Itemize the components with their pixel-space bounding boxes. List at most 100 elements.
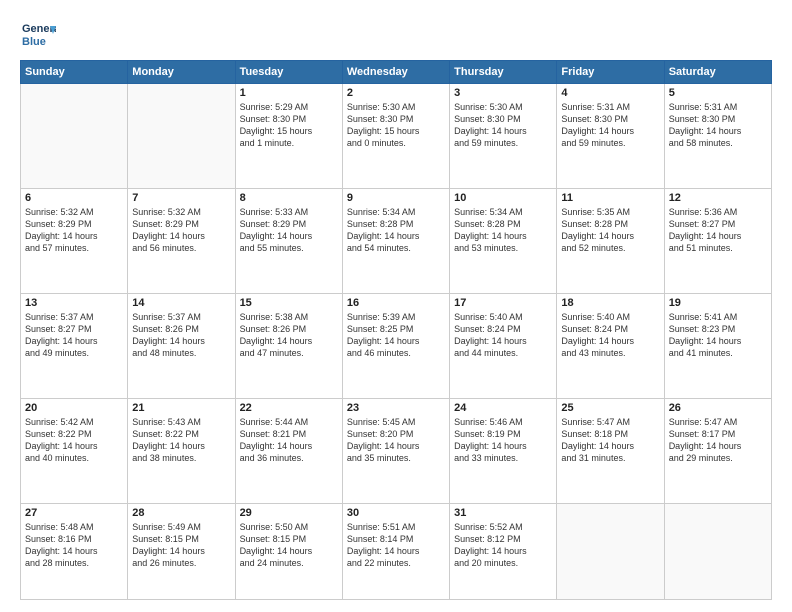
day-cell	[128, 84, 235, 189]
day-cell: 10 Sunrise: 5:34 AM Sunset: 8:28 PM Dayli…	[450, 188, 557, 293]
day-number: 19	[669, 297, 767, 309]
day-info: Sunrise: 5:47 AM Sunset: 8:17 PM Dayligh…	[669, 416, 767, 465]
day-number: 27	[25, 507, 123, 519]
day-number: 30	[347, 507, 445, 519]
weekday-header-sunday: Sunday	[21, 61, 128, 84]
svg-text:Blue: Blue	[22, 36, 46, 48]
day-info: Sunrise: 5:44 AM Sunset: 8:21 PM Dayligh…	[240, 416, 338, 465]
day-number: 23	[347, 402, 445, 414]
day-number: 4	[561, 87, 659, 99]
weekday-header-saturday: Saturday	[664, 61, 771, 84]
day-info: Sunrise: 5:41 AM Sunset: 8:23 PM Dayligh…	[669, 311, 767, 360]
day-number: 31	[454, 507, 552, 519]
day-info: Sunrise: 5:34 AM Sunset: 8:28 PM Dayligh…	[347, 206, 445, 255]
day-number: 12	[669, 192, 767, 204]
logo: General Blue	[20, 16, 56, 52]
day-info: Sunrise: 5:30 AM Sunset: 8:30 PM Dayligh…	[347, 101, 445, 150]
day-cell: 2 Sunrise: 5:30 AM Sunset: 8:30 PM Daylig…	[342, 84, 449, 189]
day-number: 25	[561, 402, 659, 414]
day-info: Sunrise: 5:46 AM Sunset: 8:19 PM Dayligh…	[454, 416, 552, 465]
day-number: 11	[561, 192, 659, 204]
day-cell: 14Sunrise: 5:37 AM Sunset: 8:26 PM Dayli…	[128, 293, 235, 398]
day-info: Sunrise: 5:52 AM Sunset: 8:12 PM Dayligh…	[454, 521, 552, 570]
day-number: 8	[240, 192, 338, 204]
weekday-header-monday: Monday	[128, 61, 235, 84]
day-info: Sunrise: 5:35 AM Sunset: 8:28 PM Dayligh…	[561, 206, 659, 255]
day-info: Sunrise: 5:39 AM Sunset: 8:25 PM Dayligh…	[347, 311, 445, 360]
header: General Blue	[20, 16, 772, 52]
day-number: 9	[347, 192, 445, 204]
logo-icon: General Blue	[20, 16, 56, 52]
day-info: Sunrise: 5:33 AM Sunset: 8:29 PM Dayligh…	[240, 206, 338, 255]
day-info: Sunrise: 5:32 AM Sunset: 8:29 PM Dayligh…	[25, 206, 123, 255]
day-info: Sunrise: 5:48 AM Sunset: 8:16 PM Dayligh…	[25, 521, 123, 570]
weekday-header-wednesday: Wednesday	[342, 61, 449, 84]
day-cell: 5Sunrise: 5:31 AM Sunset: 8:30 PM Daylig…	[664, 84, 771, 189]
svg-text:General: General	[22, 23, 56, 35]
day-info: Sunrise: 5:51 AM Sunset: 8:14 PM Dayligh…	[347, 521, 445, 570]
day-cell: 23 Sunrise: 5:45 AM Sunset: 8:20 PM Dayli…	[342, 398, 449, 503]
day-info: Sunrise: 5:37 AM Sunset: 8:27 PM Dayligh…	[25, 311, 123, 360]
calendar-table: SundayMondayTuesdayWednesdayThursdayFrid…	[20, 60, 772, 600]
day-info: Sunrise: 5:49 AM Sunset: 8:15 PM Dayligh…	[132, 521, 230, 570]
day-info: Sunrise: 5:34 AM Sunset: 8:28 PM Dayligh…	[454, 206, 552, 255]
day-cell	[21, 84, 128, 189]
day-cell: 13 Sunrise: 5:37 AM Sunset: 8:27 PM Dayli…	[21, 293, 128, 398]
day-number: 13	[25, 297, 123, 309]
day-info: Sunrise: 5:32 AM Sunset: 8:29 PM Dayligh…	[132, 206, 230, 255]
page: General Blue SundayMondayTuesdayWednesda…	[0, 0, 792, 612]
week-row-0: 1 Sunrise: 5:29 AM Sunset: 8:30 PM Daylig…	[21, 84, 772, 189]
day-info: Sunrise: 5:30 AM Sunset: 8:30 PM Dayligh…	[454, 101, 552, 150]
week-row-2: 13 Sunrise: 5:37 AM Sunset: 8:27 PM Dayli…	[21, 293, 772, 398]
week-row-3: 20Sunrise: 5:42 AM Sunset: 8:22 PM Dayli…	[21, 398, 772, 503]
day-cell: 8 Sunrise: 5:33 AM Sunset: 8:29 PM Daylig…	[235, 188, 342, 293]
day-number: 18	[561, 297, 659, 309]
day-cell: 15Sunrise: 5:38 AM Sunset: 8:26 PM Dayli…	[235, 293, 342, 398]
day-info: Sunrise: 5:47 AM Sunset: 8:18 PM Dayligh…	[561, 416, 659, 465]
day-cell: 27 Sunrise: 5:48 AM Sunset: 8:16 PM Dayli…	[21, 503, 128, 599]
day-number: 10	[454, 192, 552, 204]
day-cell: 25 Sunrise: 5:47 AM Sunset: 8:18 PM Dayli…	[557, 398, 664, 503]
day-cell: 22 Sunrise: 5:44 AM Sunset: 8:21 PM Dayli…	[235, 398, 342, 503]
week-row-4: 27 Sunrise: 5:48 AM Sunset: 8:16 PM Dayli…	[21, 503, 772, 599]
day-info: Sunrise: 5:45 AM Sunset: 8:20 PM Dayligh…	[347, 416, 445, 465]
day-cell: 3 Sunrise: 5:30 AM Sunset: 8:30 PM Daylig…	[450, 84, 557, 189]
day-cell: 17 Sunrise: 5:40 AM Sunset: 8:24 PM Dayli…	[450, 293, 557, 398]
day-number: 22	[240, 402, 338, 414]
day-cell: 11 Sunrise: 5:35 AM Sunset: 8:28 PM Dayli…	[557, 188, 664, 293]
day-cell: 16 Sunrise: 5:39 AM Sunset: 8:25 PM Dayli…	[342, 293, 449, 398]
day-number: 16	[347, 297, 445, 309]
day-number: 3	[454, 87, 552, 99]
day-cell: 1 Sunrise: 5:29 AM Sunset: 8:30 PM Daylig…	[235, 84, 342, 189]
day-cell: 29 Sunrise: 5:50 AM Sunset: 8:15 PM Dayli…	[235, 503, 342, 599]
week-row-1: 6 Sunrise: 5:32 AM Sunset: 8:29 PM Daylig…	[21, 188, 772, 293]
day-cell: 31 Sunrise: 5:52 AM Sunset: 8:12 PM Dayli…	[450, 503, 557, 599]
day-number: 1	[240, 87, 338, 99]
day-cell: 20Sunrise: 5:42 AM Sunset: 8:22 PM Dayli…	[21, 398, 128, 503]
day-number: 15	[240, 297, 338, 309]
day-cell: 21 Sunrise: 5:43 AM Sunset: 8:22 PM Dayli…	[128, 398, 235, 503]
day-cell: 12Sunrise: 5:36 AM Sunset: 8:27 PM Dayli…	[664, 188, 771, 293]
day-number: 2	[347, 87, 445, 99]
weekday-header-friday: Friday	[557, 61, 664, 84]
day-number: 7	[132, 192, 230, 204]
day-cell: 7 Sunrise: 5:32 AM Sunset: 8:29 PM Daylig…	[128, 188, 235, 293]
day-cell: 6 Sunrise: 5:32 AM Sunset: 8:29 PM Daylig…	[21, 188, 128, 293]
day-info: Sunrise: 5:42 AM Sunset: 8:22 PM Dayligh…	[25, 416, 123, 465]
day-info: Sunrise: 5:29 AM Sunset: 8:30 PM Dayligh…	[240, 101, 338, 150]
day-number: 17	[454, 297, 552, 309]
weekday-header-tuesday: Tuesday	[235, 61, 342, 84]
day-number: 21	[132, 402, 230, 414]
day-number: 28	[132, 507, 230, 519]
day-info: Sunrise: 5:40 AM Sunset: 8:24 PM Dayligh…	[561, 311, 659, 360]
day-cell: 26Sunrise: 5:47 AM Sunset: 8:17 PM Dayli…	[664, 398, 771, 503]
day-number: 5	[669, 87, 767, 99]
weekday-header-thursday: Thursday	[450, 61, 557, 84]
day-cell	[664, 503, 771, 599]
weekday-header-row: SundayMondayTuesdayWednesdayThursdayFrid…	[21, 61, 772, 84]
day-number: 29	[240, 507, 338, 519]
day-number: 6	[25, 192, 123, 204]
day-info: Sunrise: 5:50 AM Sunset: 8:15 PM Dayligh…	[240, 521, 338, 570]
day-info: Sunrise: 5:40 AM Sunset: 8:24 PM Dayligh…	[454, 311, 552, 360]
day-info: Sunrise: 5:43 AM Sunset: 8:22 PM Dayligh…	[132, 416, 230, 465]
